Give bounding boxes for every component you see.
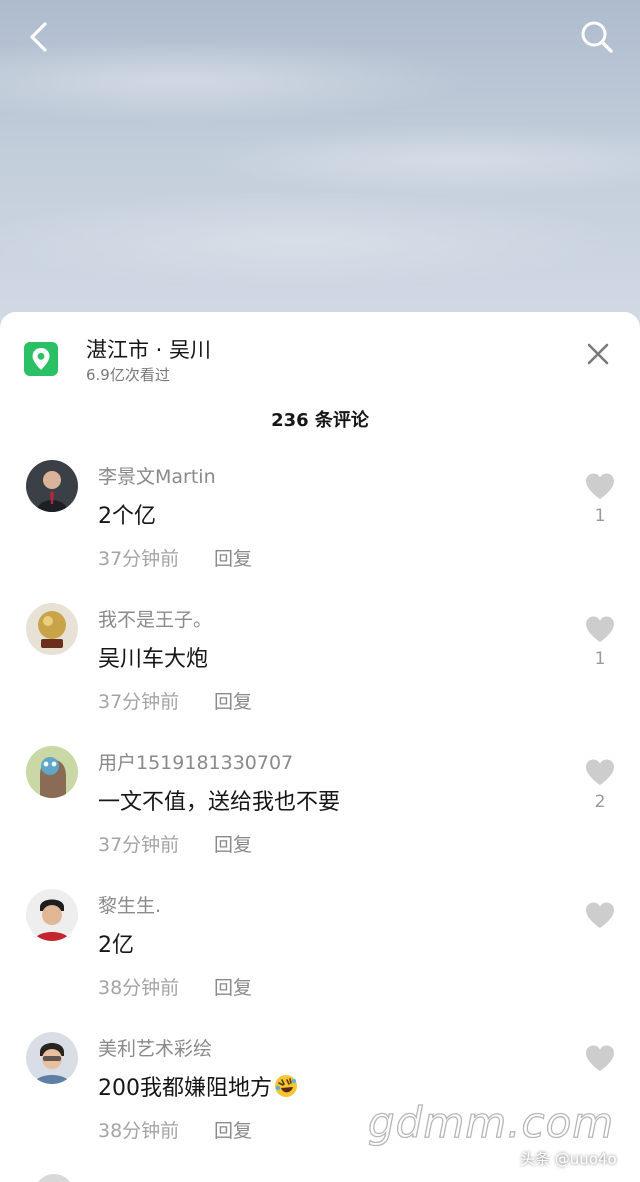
like-count: 1 xyxy=(594,506,606,526)
avatar[interactable] xyxy=(26,603,78,655)
heart-icon[interactable] xyxy=(584,472,616,500)
avatar[interactable] xyxy=(26,460,78,512)
comment-item: 李景文Martin 2个亿 37分钟前 回复 1 xyxy=(0,458,640,601)
comment-username[interactable]: 我不是王子。 xyxy=(98,605,212,632)
comment-time: 37分钟前 xyxy=(98,691,180,713)
like-count: 2 xyxy=(594,792,606,812)
reply-button[interactable]: 回复 xyxy=(214,687,252,714)
comment-item: 我不是王子。 吴川车大炮 37分钟前 回复 1 xyxy=(0,601,640,744)
comment-username[interactable]: 黎生生. xyxy=(98,891,161,918)
comment-text: 一文不值，送给我也不要 xyxy=(98,790,341,815)
search-button[interactable] xyxy=(574,14,620,60)
comment-item: 黎生生. 2亿 38分钟前 回复 xyxy=(0,887,640,1030)
comment-username[interactable]: 美利艺术彩绘 xyxy=(98,1034,212,1061)
comment-list: 李景文Martin 2个亿 37分钟前 回复 1 我不是王子。 吴川车大炮 37… xyxy=(0,458,640,1173)
location-title[interactable]: 湛江市 · 吴川 xyxy=(86,334,211,364)
comment-time: 38分钟前 xyxy=(98,1120,180,1142)
chevron-left-icon xyxy=(30,22,47,52)
avatar[interactable] xyxy=(26,1032,78,1084)
comment-username[interactable]: 用户1519181330707 xyxy=(98,748,293,775)
reply-button[interactable]: 回复 xyxy=(214,973,252,1000)
comment-item: 用户1519181330707 一文不值，送给我也不要 37分钟前 回复 2 xyxy=(0,744,640,887)
heart-icon[interactable] xyxy=(584,901,616,929)
close-button[interactable] xyxy=(578,334,618,374)
back-button[interactable] xyxy=(16,14,62,60)
close-icon xyxy=(587,343,609,365)
like-count: 1 xyxy=(594,649,606,669)
heart-icon[interactable] xyxy=(584,1044,616,1072)
location-header: 湛江市 · 吴川 6.9亿次看过 xyxy=(0,312,640,392)
comment-count: 236 条评论 xyxy=(271,410,369,431)
location-pin-icon xyxy=(24,342,58,376)
search-icon xyxy=(581,21,613,53)
reply-button[interactable]: 回复 xyxy=(214,830,252,857)
comment-text-content: 200我都嫌阻地方 xyxy=(98,1076,272,1101)
comment-text: 2亿 xyxy=(98,933,134,958)
background-sky-photo xyxy=(0,0,640,340)
heart-icon[interactable] xyxy=(584,615,616,643)
reply-button[interactable]: 回复 xyxy=(214,544,252,571)
avatar[interactable] xyxy=(26,889,78,941)
comments-sheet: 湛江市 · 吴川 6.9亿次看过 236 条评论 李景文Martin 2个亿 3… xyxy=(0,312,640,1182)
avatar[interactable] xyxy=(26,746,78,798)
reply-button[interactable]: 回复 xyxy=(214,1116,252,1143)
credit-label: 头条 @uuo4o xyxy=(520,1150,617,1168)
comment-time: 37分钟前 xyxy=(98,834,180,856)
comment-time: 38分钟前 xyxy=(98,977,180,999)
comment-text: 200我都嫌阻地方 xyxy=(98,1070,298,1102)
comment-text: 吴川车大炮 xyxy=(98,647,209,672)
heart-icon[interactable] xyxy=(584,758,616,786)
rolling-laughing-emoji-icon xyxy=(275,1075,297,1097)
watermark: gdmm.com xyxy=(367,1097,615,1147)
location-views: 6.9亿次看过 xyxy=(86,366,170,384)
comment-username[interactable]: 李景文Martin xyxy=(98,462,216,489)
comment-text: 2个亿 xyxy=(98,504,156,529)
screen: 湛江市 · 吴川 6.9亿次看过 236 条评论 李景文Martin 2个亿 3… xyxy=(0,0,640,1182)
comment-time: 37分钟前 xyxy=(98,548,180,570)
